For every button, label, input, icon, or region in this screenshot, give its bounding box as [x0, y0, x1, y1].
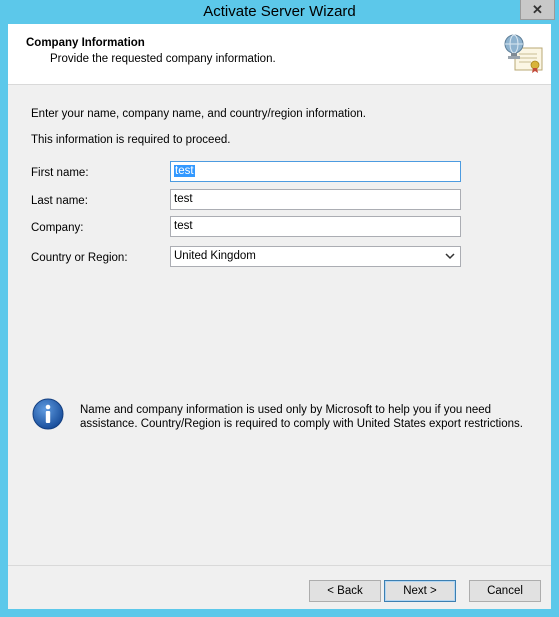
company-value: test — [174, 220, 193, 232]
page-title: Company Information — [26, 37, 145, 49]
required-note: This information is required to proceed. — [31, 134, 231, 146]
close-icon: ✕ — [532, 1, 543, 17]
wizard-header: Company Information Provide the requeste… — [8, 24, 551, 85]
last-name-input[interactable]: test — [170, 189, 461, 210]
info-icon — [32, 398, 64, 430]
chevron-down-icon — [445, 253, 455, 260]
first-name-input[interactable]: test — [170, 161, 461, 182]
wizard-client-area: Company Information Provide the requeste… — [8, 24, 551, 609]
country-label: Country or Region: — [31, 252, 128, 264]
close-button[interactable]: ✕ — [520, 0, 555, 20]
first-name-label: First name: — [31, 167, 89, 179]
intro-text: Enter your name, company name, and count… — [31, 108, 366, 120]
last-name-label: Last name: — [31, 195, 88, 207]
page-subtitle: Provide the requested company informatio… — [50, 53, 276, 65]
window-title: Activate Server Wizard — [203, 3, 356, 20]
first-name-value: test — [174, 165, 195, 177]
company-input[interactable]: test — [170, 216, 461, 237]
certificate-globe-icon — [504, 34, 543, 73]
country-select[interactable]: United Kingdom — [170, 246, 461, 267]
country-value: United Kingdom — [174, 250, 256, 262]
info-text-line1: Name and company information is used onl… — [80, 404, 492, 416]
footer-divider — [8, 565, 551, 566]
last-name-value: test — [174, 193, 193, 205]
company-label: Company: — [31, 222, 84, 234]
back-button[interactable]: < Back — [309, 580, 381, 602]
cancel-button[interactable]: Cancel — [469, 580, 541, 602]
title-bar[interactable]: Activate Server Wizard ✕ — [0, 0, 559, 24]
info-text-line2: assistance. Country/Region is required t… — [80, 418, 523, 430]
next-button[interactable]: Next > — [384, 580, 456, 602]
wizard-body: Enter your name, company name, and count… — [8, 85, 551, 565]
wizard-window: Activate Server Wizard ✕ Company Informa… — [0, 0, 559, 617]
